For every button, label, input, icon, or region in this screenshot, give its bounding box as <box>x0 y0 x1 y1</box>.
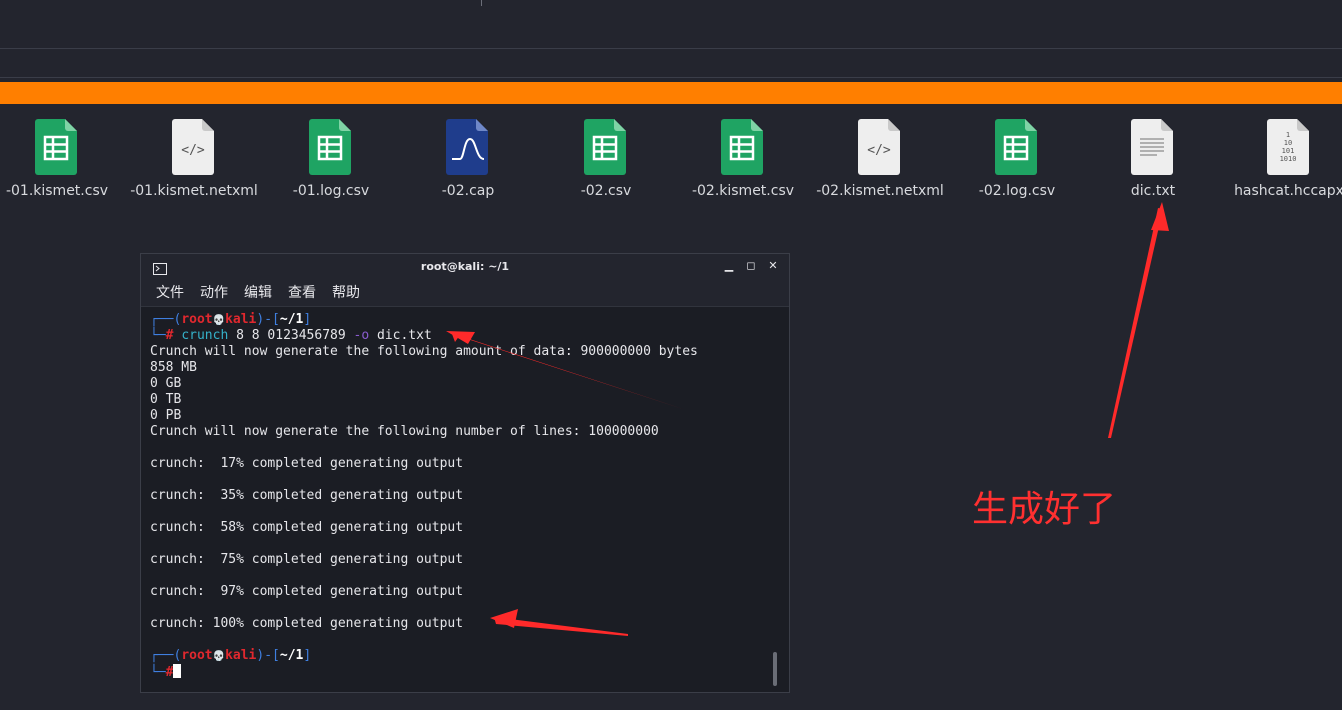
output-line: crunch: 75% completed generating output <box>150 552 464 567</box>
text-cursor <box>173 664 182 678</box>
output-line: crunch: 17% completed generating output <box>150 456 464 471</box>
svg-text:1: 1 <box>1286 131 1290 139</box>
terminal-title: root@kali: ~/1 <box>420 260 510 273</box>
minimize-button[interactable]: ▁ <box>721 258 737 274</box>
svg-text:</>: </> <box>867 143 891 158</box>
output-line: Crunch will now generate the following a… <box>150 344 698 359</box>
file-name: -02.kismet.netxml <box>816 183 944 199</box>
output-line: crunch: 97% completed generating output <box>150 584 464 599</box>
spreadsheet-icon <box>995 119 1039 175</box>
output-line: crunch: 100% completed generating output <box>150 616 464 631</box>
output-line: crunch: 58% completed generating output <box>150 520 464 535</box>
command-line: └─# crunch 8 8 0123456789 -o dic.txt <box>150 328 432 343</box>
svg-text:</>: </> <box>181 143 205 158</box>
terminal-output[interactable]: ┌──(root💀kali)-[~/1] └─# crunch 8 8 0123… <box>141 307 789 692</box>
menu-help[interactable]: 帮助 <box>332 280 360 306</box>
code-file-icon: </> <box>858 119 902 175</box>
prompt-line: ┌──(root💀kali)-[~/1] <box>150 648 312 663</box>
file-item[interactable]: 1 10 101 1010 hashcat.hccapx <box>1224 119 1342 199</box>
file-name: -01.kismet.csv <box>5 183 109 199</box>
prompt-line: ┌──(root💀kali)-[~/1] <box>150 312 312 327</box>
binary-file-icon: 1 10 101 1010 <box>1267 119 1311 175</box>
input-line[interactable]: └─# <box>150 664 789 680</box>
output-line: Crunch will now generate the following n… <box>150 424 659 439</box>
spreadsheet-icon <box>309 119 353 175</box>
file-item[interactable]: -02.cap <box>403 119 533 199</box>
spreadsheet-icon <box>721 119 765 175</box>
text-file-icon <box>1131 119 1175 175</box>
code-file-icon: </> <box>172 119 216 175</box>
menu-file[interactable]: 文件 <box>156 280 184 306</box>
maximize-button[interactable]: ◻ <box>743 258 759 274</box>
file-name: -01.log.csv <box>292 183 370 199</box>
file-item[interactable]: dic.txt <box>1088 119 1218 199</box>
file-item[interactable]: -02.csv <box>541 119 671 199</box>
menu-edit[interactable]: 编辑 <box>244 280 272 306</box>
terminal-titlebar: root@kali: ~/1 ▁ ◻ ✕ <box>141 254 789 280</box>
close-button[interactable]: ✕ <box>765 258 781 274</box>
scrollbar[interactable] <box>773 652 777 686</box>
file-name: -02.cap <box>441 183 495 199</box>
top-toolbar <box>0 0 1342 49</box>
file-name: hashcat.hccapx <box>1234 183 1342 199</box>
file-name: dic.txt <box>1130 183 1176 199</box>
svg-text:1010: 1010 <box>1280 155 1297 163</box>
file-item[interactable]: -01.kismet.csv <box>0 119 122 199</box>
terminal-menubar: 文件 动作 编辑 查看 帮助 <box>141 280 789 307</box>
spreadsheet-icon <box>584 119 628 175</box>
svg-text:10: 10 <box>1284 139 1292 147</box>
annotation-note: 生成好了 <box>972 489 1117 530</box>
file-name: -02.kismet.csv <box>691 183 795 199</box>
output-line: 858 MB <box>150 360 197 375</box>
output-line: crunch: 35% completed generating output <box>150 488 464 503</box>
text-caret <box>481 0 482 6</box>
menu-view[interactable]: 查看 <box>288 280 316 306</box>
spreadsheet-icon <box>35 119 79 175</box>
location-bar <box>0 49 1342 78</box>
svg-text:101: 101 <box>1282 147 1295 155</box>
file-item[interactable]: </> -01.kismet.netxml <box>129 119 259 199</box>
accent-bar <box>0 82 1342 104</box>
terminal-window[interactable]: root@kali: ~/1 ▁ ◻ ✕ 文件 动作 编辑 查看 帮助 ┌──(root… <box>140 253 790 693</box>
file-name: -02.csv <box>580 183 632 199</box>
file-name: -02.log.csv <box>978 183 1056 199</box>
output-line: 0 TB <box>150 392 182 407</box>
file-item[interactable]: </> -02.kismet.netxml <box>815 119 945 199</box>
file-name: -01.kismet.netxml <box>130 183 258 199</box>
output-line: 0 PB <box>150 408 182 423</box>
file-item[interactable]: -02.log.csv <box>952 119 1082 199</box>
menu-actions[interactable]: 动作 <box>200 280 228 306</box>
wireshark-capture-icon <box>446 119 490 175</box>
output-line: 0 GB <box>150 376 182 391</box>
file-item[interactable]: -01.log.csv <box>266 119 396 199</box>
file-item[interactable]: -02.kismet.csv <box>678 119 808 199</box>
